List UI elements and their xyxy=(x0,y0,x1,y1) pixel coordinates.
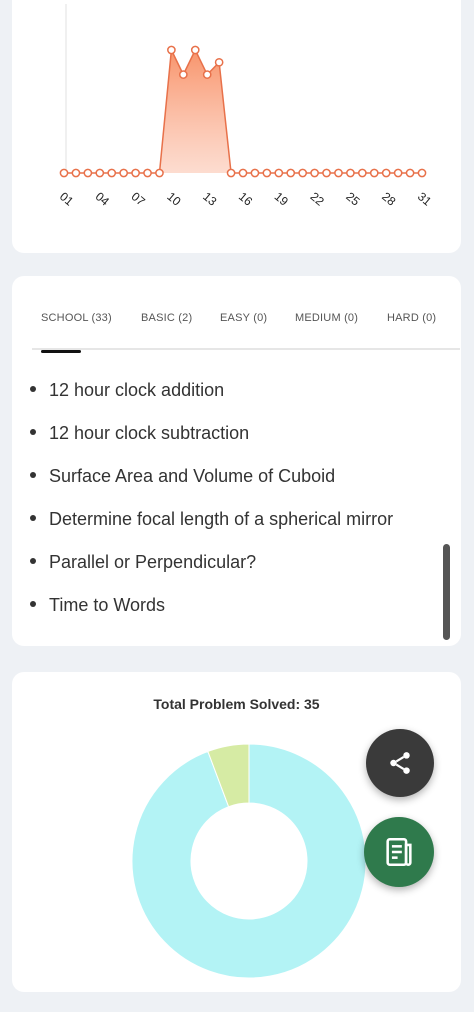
x-tick-label: 19 xyxy=(272,189,291,209)
tab-medium[interactable]: MEDIUM (0) xyxy=(295,312,358,324)
data-point xyxy=(178,70,188,79)
data-point xyxy=(155,168,164,178)
data-point xyxy=(107,168,117,178)
x-tick-label: 31 xyxy=(415,189,434,209)
difficulty-tabs: SCHOOL (33) BASIC (2) EASY (0) MEDIUM (0… xyxy=(12,298,461,348)
data-point xyxy=(286,168,296,178)
bullet-icon xyxy=(30,515,36,522)
data-point xyxy=(238,168,248,178)
data-point xyxy=(334,168,343,178)
notes-icon xyxy=(386,837,412,867)
data-point xyxy=(59,168,69,178)
bullet-icon xyxy=(30,429,36,436)
scrollbar-thumb[interactable] xyxy=(443,544,450,640)
data-point xyxy=(262,168,272,178)
data-point xyxy=(202,70,212,79)
submissions-chart-card: 01 04 07 10 13 16 19 22 25 28 31 xyxy=(12,0,461,253)
list-item[interactable]: 12 hour clock addition xyxy=(30,380,224,401)
data-point xyxy=(119,168,129,178)
data-point xyxy=(322,168,331,178)
problem-title: 12 hour clock subtraction xyxy=(49,423,250,443)
data-point xyxy=(298,168,308,178)
list-item[interactable]: Surface Area and Volume of Cuboid xyxy=(30,466,335,487)
list-item[interactable]: Time to Words xyxy=(30,595,165,616)
x-tick-label: 13 xyxy=(200,189,219,209)
share-icon xyxy=(390,752,410,774)
list-scrollbar[interactable] xyxy=(443,360,450,640)
data-point xyxy=(274,168,284,178)
data-point xyxy=(369,168,379,178)
bullet-icon xyxy=(30,472,36,479)
x-tick-label: 28 xyxy=(379,189,398,209)
problem-title: Determine focal length of a spherical mi… xyxy=(49,509,394,529)
data-point xyxy=(417,168,427,178)
data-point xyxy=(405,168,415,178)
tab-easy[interactable]: EASY (0) xyxy=(220,312,267,324)
submissions-area-chart: 01 04 07 10 13 16 19 22 25 28 31 xyxy=(57,4,434,209)
data-point xyxy=(310,168,319,178)
x-tick-label: 22 xyxy=(308,189,327,209)
data-point xyxy=(346,168,355,178)
data-point xyxy=(381,168,391,178)
list-item[interactable]: Parallel or Perpendicular? xyxy=(30,552,256,573)
active-tab-indicator xyxy=(41,350,81,353)
series-line xyxy=(64,47,422,174)
area-fill xyxy=(64,50,422,173)
list-item[interactable]: 12 hour clock subtraction xyxy=(30,423,249,444)
data-point xyxy=(214,57,224,67)
problem-title: 12 hour clock addition xyxy=(49,380,225,400)
tab-basic[interactable]: BASIC (2) xyxy=(141,312,192,324)
data-point xyxy=(226,168,236,178)
problem-title: Time to Words xyxy=(49,595,166,615)
tab-hard[interactable]: HARD (0) xyxy=(387,312,436,324)
problem-title: Parallel or Perpendicular? xyxy=(49,552,257,572)
notes-button[interactable] xyxy=(364,817,434,887)
bullet-icon xyxy=(30,601,36,608)
data-point xyxy=(357,168,367,178)
x-tick-label: 07 xyxy=(129,189,148,209)
data-point xyxy=(83,168,93,178)
pie-title: Total Problem Solved: 35 xyxy=(153,696,320,712)
x-tick-label: 01 xyxy=(57,189,76,209)
problem-title: Surface Area and Volume of Cuboid xyxy=(49,466,336,486)
share-button[interactable] xyxy=(366,729,434,797)
bullet-icon xyxy=(30,386,36,393)
x-tick-label: 04 xyxy=(93,189,112,209)
problems-card: SCHOOL (33) BASIC (2) EASY (0) MEDIUM (0… xyxy=(12,276,461,646)
list-item[interactable]: Determine focal length of a spherical mi… xyxy=(30,509,393,530)
data-point xyxy=(190,45,200,55)
bullet-icon xyxy=(30,558,36,565)
data-point xyxy=(167,45,176,55)
tab-school[interactable]: SCHOOL (33) xyxy=(41,312,112,324)
data-point xyxy=(143,168,152,178)
x-tick-label: 25 xyxy=(343,189,362,209)
problem-list: ​ 12 hour clock addition 12 hour clock s… xyxy=(12,350,442,646)
data-point xyxy=(131,168,140,178)
data-point xyxy=(393,168,403,178)
data-point xyxy=(95,168,105,178)
x-tick-label: 16 xyxy=(236,189,255,209)
data-point xyxy=(71,168,81,178)
data-point xyxy=(250,168,260,178)
x-tick-label: 10 xyxy=(164,189,183,209)
